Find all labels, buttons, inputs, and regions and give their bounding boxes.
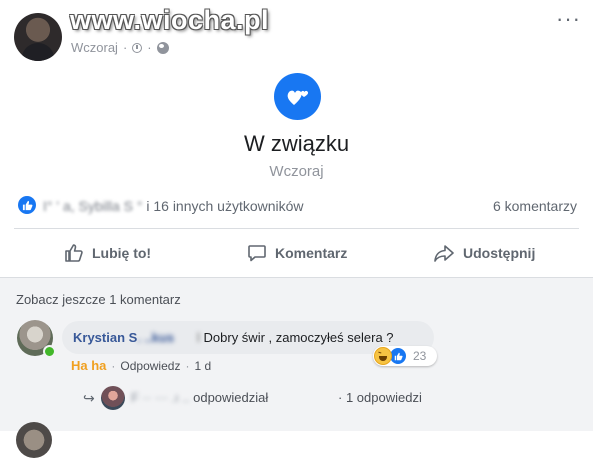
online-status-dot [43, 345, 56, 358]
comments-count-link[interactable]: 6 komentarzy [493, 198, 577, 214]
post-timestamp: Wczoraj · · [71, 40, 169, 55]
replies-count-link[interactable]: · 1 odpowiedzi [338, 390, 422, 405]
like-outline-icon [65, 244, 83, 262]
comment-author-link[interactable]: Krystian S. ..kus [73, 330, 174, 345]
reactors-tail: i 16 innych użytkowników [146, 198, 304, 214]
more-options-icon[interactable]: ··· [556, 8, 581, 30]
reply-arrow-icon: ↪ [83, 390, 95, 406]
time-separator: · [122, 40, 128, 55]
see-more-comments-link[interactable]: Zobacz jeszcze 1 komentarz [16, 292, 181, 307]
time-separator-2: · [147, 40, 152, 55]
comment-reactions[interactable]: 23 [373, 346, 437, 366]
haha-icon [374, 347, 392, 365]
replies-summary-link[interactable]: F ·· ··· .ı .. odpowiedział [131, 390, 268, 405]
poster-avatar[interactable] [14, 13, 62, 61]
reply-author-name: F ·· ··· .ı .. [131, 390, 190, 405]
watermark-text: www.wiocha.pl [70, 5, 270, 35]
comment-text-blurred: l [197, 330, 200, 345]
separator: · [185, 358, 190, 373]
comment-label: Komentarz [275, 245, 348, 261]
reply-author-avatar[interactable] [101, 386, 125, 410]
separator: · [338, 390, 343, 405]
like-button[interactable]: Lubię to! [64, 240, 151, 266]
reply-button[interactable]: Odpowiedz [120, 359, 180, 373]
comment-author-surname: . ..kus [137, 330, 175, 345]
haha-reaction-button[interactable]: Ha ha [71, 358, 106, 373]
heart-icon [274, 73, 321, 120]
share-label: Udostępnij [463, 245, 536, 261]
reactors-list[interactable]: I° ' a, Sybilla S ° i 16 innych użytkown… [43, 198, 304, 214]
divider-comments [0, 277, 593, 278]
share-icon [434, 245, 454, 262]
life-event-date: Wczoraj [269, 163, 324, 180]
like-icon[interactable] [18, 196, 36, 214]
share-button[interactable]: Udostępnij [433, 240, 535, 266]
divider-top [14, 228, 579, 229]
separator: · [111, 358, 116, 373]
globe-icon[interactable] [156, 41, 169, 54]
next-commenter-avatar[interactable] [16, 422, 52, 458]
post-time-link[interactable]: Wczoraj [71, 40, 118, 55]
comment-author-name: Krystian S [73, 330, 138, 345]
comment-time-link[interactable]: 1 d [194, 359, 211, 373]
comment-text: l Dobry świr , zamoczyłeś selera ? [197, 330, 394, 345]
reaction-count: 23 [413, 349, 427, 363]
reactors-names: I° ' a, Sybilla S ° [43, 198, 147, 214]
comment-actions: Ha ha · Odpowiedz · 1 d [71, 358, 211, 373]
replies-count: 1 odpowiedzi [345, 390, 422, 405]
comment-text-content: Dobry świr , zamoczyłeś selera ? [203, 330, 394, 345]
comment-icon [248, 245, 266, 262]
like-label: Lubię to! [92, 245, 152, 261]
life-event-title: W związku [243, 131, 350, 156]
reply-summary-text: odpowiedział [193, 390, 269, 405]
comment-button[interactable]: Komentarz [247, 240, 347, 266]
clock-icon [132, 42, 143, 53]
